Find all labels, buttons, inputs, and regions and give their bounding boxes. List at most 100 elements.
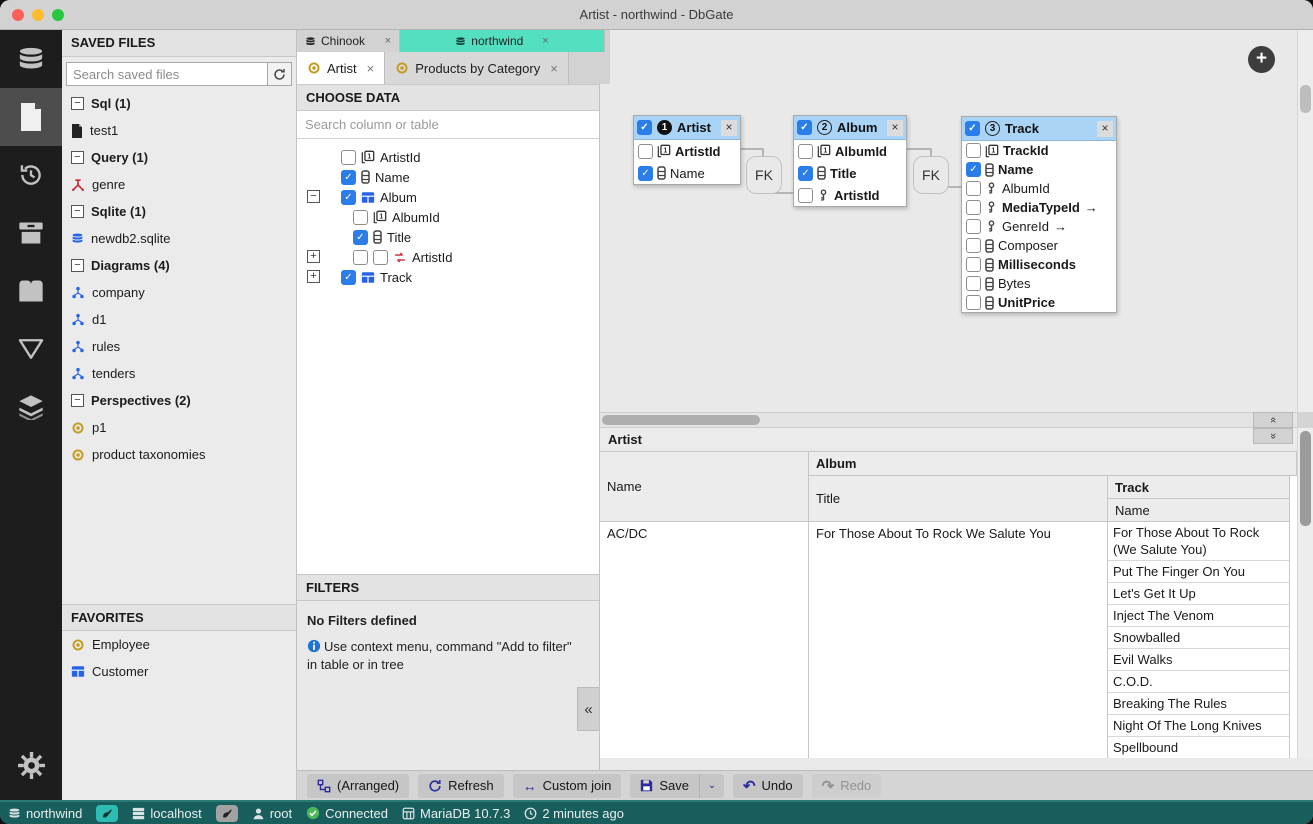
close-icon[interactable]: ×: [721, 120, 737, 136]
checkbox[interactable]: [966, 238, 981, 253]
designer-column-row[interactable]: 1ArtistId: [634, 140, 740, 162]
designer-column-row[interactable]: ✓Name: [634, 162, 740, 184]
grid-header-track-name[interactable]: Name: [1108, 499, 1290, 522]
choose-data-row[interactable]: 1ArtistId: [297, 147, 599, 167]
collapse-icon[interactable]: −: [71, 259, 84, 272]
collapse-icon[interactable]: −: [71, 394, 84, 407]
choose-data-row[interactable]: ✓Title: [297, 227, 599, 247]
checkbox[interactable]: ✓: [797, 120, 812, 135]
saved-file-item[interactable]: d1: [62, 306, 296, 333]
choose-data-row[interactable]: ✓Name: [297, 167, 599, 187]
tab-database-northwind[interactable]: northwind ×: [400, 30, 605, 52]
grid-vertical-scrollbar[interactable]: [1297, 428, 1313, 758]
sidebar-item-archive[interactable]: [0, 204, 62, 262]
designer-column-row[interactable]: Milliseconds: [962, 255, 1116, 274]
chevron-down-icon[interactable]: ⌄: [699, 774, 724, 798]
refresh-button[interactable]: Refresh: [418, 774, 504, 798]
grid-cell-artist-name[interactable]: AC/DC: [600, 522, 809, 758]
fk-badge[interactable]: FK: [913, 156, 949, 194]
designer-column-row[interactable]: 1TrackId: [962, 141, 1116, 160]
grid-header-album-group[interactable]: Album: [809, 452, 1297, 476]
undo-button[interactable]: ↶Undo: [733, 774, 803, 798]
close-icon[interactable]: ×: [550, 61, 558, 76]
designer-column-row[interactable]: Bytes: [962, 274, 1116, 293]
grid-cell-track-name[interactable]: Let's Get It Up: [1108, 583, 1289, 605]
checkbox[interactable]: [353, 210, 368, 225]
saved-file-item[interactable]: newdb2.sqlite: [62, 225, 296, 252]
collapse-icon[interactable]: −: [71, 97, 84, 110]
designer-column-row[interactable]: AlbumId: [962, 179, 1116, 198]
grid-cell-track-name[interactable]: Snowballed: [1108, 627, 1289, 649]
choose-data-row[interactable]: +ArtistId: [297, 247, 599, 267]
scrollbar-thumb[interactable]: [1300, 85, 1311, 113]
grid-header-album-title[interactable]: Title: [809, 476, 1108, 522]
designer-table-track[interactable]: ✓3Track×1TrackId✓NameAlbumIdMediaTypeId→…: [961, 116, 1117, 313]
saved-files-group[interactable]: −Query (1): [62, 144, 296, 171]
collapse-icon[interactable]: −: [71, 151, 84, 164]
grid-cell-track-name[interactable]: Breaking The Rules: [1108, 693, 1289, 715]
grid-cell-track-name[interactable]: C.O.D.: [1108, 671, 1289, 693]
designer-column-row[interactable]: GenreId→: [962, 217, 1116, 236]
saved-file-item[interactable]: p1: [62, 414, 296, 441]
designer-table-header[interactable]: ✓1Artist×: [634, 116, 740, 140]
designer-column-row[interactable]: 1AlbumId: [794, 140, 906, 162]
favorite-item[interactable]: Customer: [62, 658, 296, 685]
checkbox[interactable]: [966, 219, 981, 234]
scroll-up-button[interactable]: «: [1253, 412, 1293, 428]
checkbox[interactable]: [966, 143, 981, 158]
custom-join-button[interactable]: ↔Custom join: [513, 774, 622, 798]
scroll-down-button[interactable]: »: [1253, 428, 1293, 444]
canvas-vertical-scrollbar[interactable]: [1297, 30, 1313, 412]
checkbox[interactable]: [966, 276, 981, 291]
sidebar-item-connections[interactable]: [0, 30, 62, 88]
checkbox[interactable]: [373, 250, 388, 265]
checkbox[interactable]: ✓: [341, 170, 356, 185]
designer-table-header[interactable]: ✓2Album×: [794, 116, 906, 140]
designer-column-row[interactable]: ArtistId: [794, 184, 906, 206]
checkbox[interactable]: [341, 150, 356, 165]
save-button[interactable]: Save: [630, 774, 699, 798]
designer-column-row[interactable]: UnitPrice: [962, 293, 1116, 312]
reload-saved-files-button[interactable]: [268, 62, 292, 86]
designer-column-row[interactable]: MediaTypeId→: [962, 198, 1116, 217]
grid-header-artist-name[interactable]: Name: [600, 452, 809, 522]
saved-files-group[interactable]: −Perspectives (2): [62, 387, 296, 414]
grid-cell-track-name[interactable]: Spellbound: [1108, 737, 1289, 758]
fk-badge[interactable]: FK: [746, 156, 782, 194]
tab-file-artist[interactable]: Artist ×: [297, 52, 385, 84]
choose-data-row[interactable]: 1AlbumId: [297, 207, 599, 227]
scrollbar-thumb[interactable]: [1300, 431, 1311, 526]
saved-files-group[interactable]: −Diagrams (4): [62, 252, 296, 279]
designer-column-row[interactable]: Composer: [962, 236, 1116, 255]
checkbox[interactable]: ✓: [353, 230, 368, 245]
checkbox[interactable]: ✓: [637, 120, 652, 135]
sidebar-item-settings[interactable]: [0, 736, 62, 794]
checkbox[interactable]: ✓: [966, 162, 981, 177]
saved-files-group[interactable]: −Sql (1): [62, 90, 296, 117]
grid-horizontal-scrollbar[interactable]: [600, 758, 1313, 770]
choose-data-row[interactable]: −✓Album: [297, 187, 599, 207]
saved-file-item[interactable]: product taxonomies: [62, 441, 296, 468]
choose-data-row[interactable]: +✓Track: [297, 267, 599, 287]
saved-file-item[interactable]: company: [62, 279, 296, 306]
saved-file-item[interactable]: rules: [62, 333, 296, 360]
designer-table-artist[interactable]: ✓1Artist×1ArtistId✓Name: [633, 115, 741, 185]
checkbox[interactable]: ✓: [798, 166, 813, 181]
checkbox[interactable]: ✓: [341, 270, 356, 285]
close-icon[interactable]: ×: [1097, 121, 1113, 137]
grid-cell-track-name[interactable]: Evil Walks: [1108, 649, 1289, 671]
sidebar-item-filter[interactable]: [0, 320, 62, 378]
expand-icon[interactable]: +: [307, 270, 320, 283]
sidebar-item-history[interactable]: [0, 146, 62, 204]
designer-column-row[interactable]: ✓Title: [794, 162, 906, 184]
collapse-icon[interactable]: −: [307, 190, 320, 203]
grid-header-track-group[interactable]: Track: [1108, 476, 1290, 499]
designer-canvas[interactable]: + ✓1Artist×1ArtistId✓Name ✓2Album×1Album…: [600, 30, 1297, 412]
favorite-item[interactable]: Employee: [62, 631, 296, 658]
grid-cell-track-name[interactable]: Put The Finger On You: [1108, 561, 1289, 583]
checkbox[interactable]: [966, 181, 981, 196]
grid-cell-track-name[interactable]: For Those About To Rock (We Salute You): [1108, 522, 1289, 561]
saved-files-search-input[interactable]: [66, 62, 268, 86]
sidebar-item-reference[interactable]: [0, 262, 62, 320]
saved-file-item[interactable]: genre: [62, 171, 296, 198]
